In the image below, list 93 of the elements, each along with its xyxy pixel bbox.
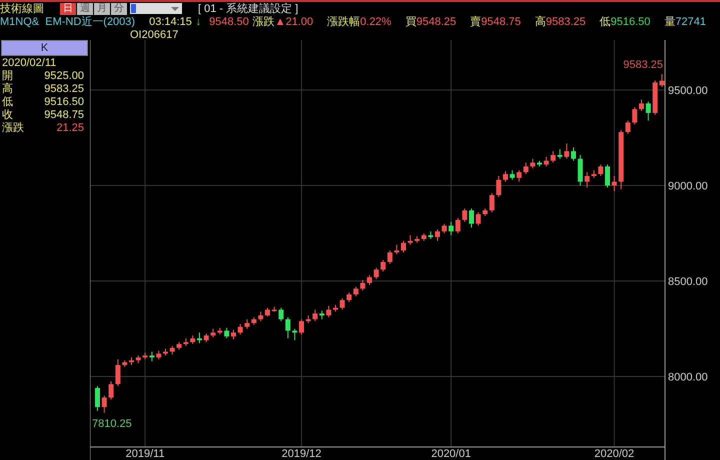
date-label: 2020/02/11	[1, 56, 58, 70]
period-tab[interactable]: 日	[60, 2, 76, 14]
date-axis-label: 2019/12	[282, 448, 322, 460]
field-value: 21.25	[56, 122, 84, 135]
chart-title: 技術線圖	[0, 2, 44, 16]
candlestick	[632, 106, 638, 125]
field-value: 9516.50	[44, 96, 84, 109]
candlestick	[170, 345, 175, 356]
candlestick	[340, 298, 345, 310]
candlestick	[136, 355, 141, 364]
candlestick	[510, 170, 515, 180]
candlestick	[537, 160, 542, 167]
candlestick	[469, 208, 474, 228]
date-axis-label: 2019/11	[126, 448, 165, 460]
field-value: 9525.00	[44, 70, 84, 83]
price-axis-label: 8000.00	[668, 372, 708, 384]
candlestick	[374, 267, 379, 280]
quote-item: 買9548.25	[405, 15, 456, 29]
candlestick	[306, 314, 311, 324]
candlestick	[190, 334, 196, 345]
candlestick	[265, 307, 270, 317]
candlestick	[231, 329, 236, 340]
selection-marker-icon	[131, 4, 136, 13]
candlestick	[333, 304, 338, 312]
candlestick	[496, 175, 502, 198]
candlestick	[612, 175, 617, 192]
caret-icon[interactable]	[171, 6, 179, 10]
candlestick	[299, 318, 304, 335]
candlestick	[204, 333, 209, 343]
candlestick	[639, 99, 644, 112]
field-label: 高	[2, 83, 13, 96]
candlestick	[462, 208, 468, 222]
symbol-label: M1NQ& EM-ND近一(2003)	[0, 15, 136, 29]
candlestick	[326, 305, 332, 318]
field-value: 9583.25	[44, 83, 84, 96]
trend-arrow: ↓	[196, 16, 202, 28]
price-axis-label: 9000.00	[668, 180, 708, 193]
period-tab[interactable]: 月	[94, 2, 110, 14]
quote-item: 賣9548.75	[470, 14, 521, 29]
candlestick	[544, 156, 549, 167]
date-axis-label: 2020/02	[594, 448, 634, 460]
quote-item: 漲跌▲21.00	[252, 15, 314, 29]
field-label: 低	[2, 96, 13, 109]
high-price-label: 9583.25	[623, 59, 663, 71]
candlestick	[598, 164, 604, 176]
open-interest: OI206617	[130, 28, 178, 40]
candlestick	[292, 328, 298, 341]
candlestick	[122, 360, 128, 368]
candlestick	[401, 240, 406, 253]
candlestick	[646, 101, 651, 122]
candlestick	[163, 348, 168, 356]
candlestick	[224, 327, 230, 339]
price-value: 9548.50	[209, 16, 250, 28]
field-value: 9548.75	[44, 109, 84, 122]
panel-header: K	[1, 40, 88, 56]
candlestick	[394, 244, 400, 255]
date-axis-label: 2020/01	[431, 448, 471, 460]
candlestick	[360, 280, 366, 292]
candlestick	[571, 146, 576, 162]
price-axis-label: 9500.00	[668, 85, 708, 98]
candlestick	[578, 154, 583, 186]
low-price-label: 7810.25	[92, 418, 132, 430]
candlestick	[564, 143, 570, 160]
candlestick	[408, 234, 413, 246]
candlestick	[129, 356, 134, 366]
price-axis-label: 8500.00	[668, 276, 708, 288]
candlestick	[503, 170, 508, 182]
candlestick	[95, 386, 100, 412]
time-label: 03:14:15	[149, 16, 193, 28]
settings-label: [ 01 - 系統建議設定 ]	[198, 2, 298, 16]
candlestick	[442, 223, 447, 234]
period-tab[interactable]: 分	[111, 2, 127, 14]
candlestick	[428, 230, 434, 240]
candlestick	[238, 324, 243, 335]
candlestick	[156, 350, 162, 360]
quote-item: 低9516.50	[600, 15, 650, 29]
candlestick	[435, 228, 440, 242]
candlestick	[272, 306, 277, 312]
quote-item: 量72741	[664, 15, 706, 29]
field-label: 漲跌	[2, 122, 24, 135]
candlestick	[605, 164, 610, 188]
candlestick	[530, 158, 536, 169]
quote-item: 高9583.25	[534, 14, 586, 29]
period-tab[interactable]: 週	[77, 2, 93, 14]
setting-dropdown[interactable]	[130, 3, 182, 14]
quote-item: 漲跌幅0.22%	[327, 15, 392, 29]
candlestick	[367, 274, 372, 286]
candlestick	[476, 212, 481, 226]
field-label: 開	[2, 70, 13, 82]
candlestick	[102, 395, 107, 414]
field-label: 收	[2, 109, 13, 122]
candlestick	[197, 332, 202, 344]
candlestick	[258, 311, 264, 322]
